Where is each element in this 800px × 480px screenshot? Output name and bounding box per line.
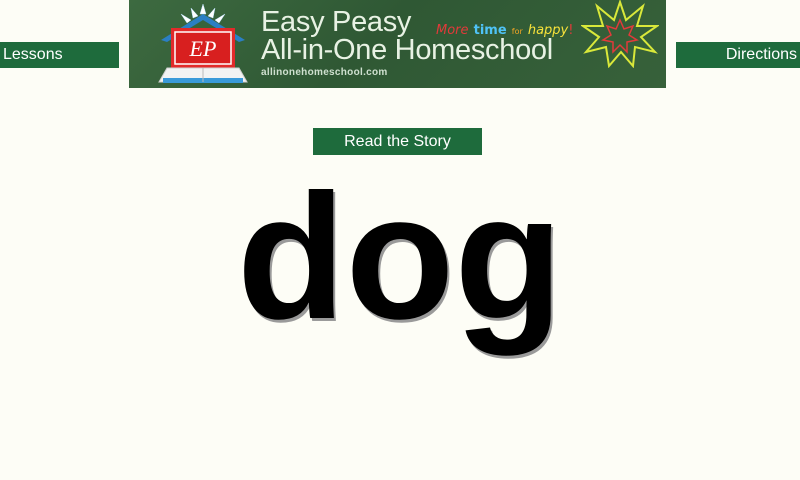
tagline-bang: !: [568, 23, 574, 38]
tagline-happy: happy: [527, 23, 569, 38]
banner-title-line2: All-in-One Homeschool: [261, 34, 553, 66]
logo-letters: EP: [189, 36, 217, 61]
sight-word: dog: [236, 157, 564, 356]
tagline: More time for happy!: [436, 19, 573, 38]
starburst-icon: [581, 0, 659, 68]
read-the-story-button[interactable]: Read the Story: [313, 128, 482, 155]
banner: EP Easy Peasy All-in-One Homeschool alli…: [129, 0, 666, 88]
tagline-more: More: [436, 23, 469, 38]
tagline-for: for: [511, 27, 523, 36]
house-logo-icon: EP: [158, 3, 248, 83]
directions-button[interactable]: Directions: [676, 42, 800, 68]
tagline-time: time: [473, 23, 507, 38]
banner-url: allinonehomeschool.com: [261, 67, 388, 78]
lessons-button[interactable]: Lessons: [0, 42, 119, 68]
